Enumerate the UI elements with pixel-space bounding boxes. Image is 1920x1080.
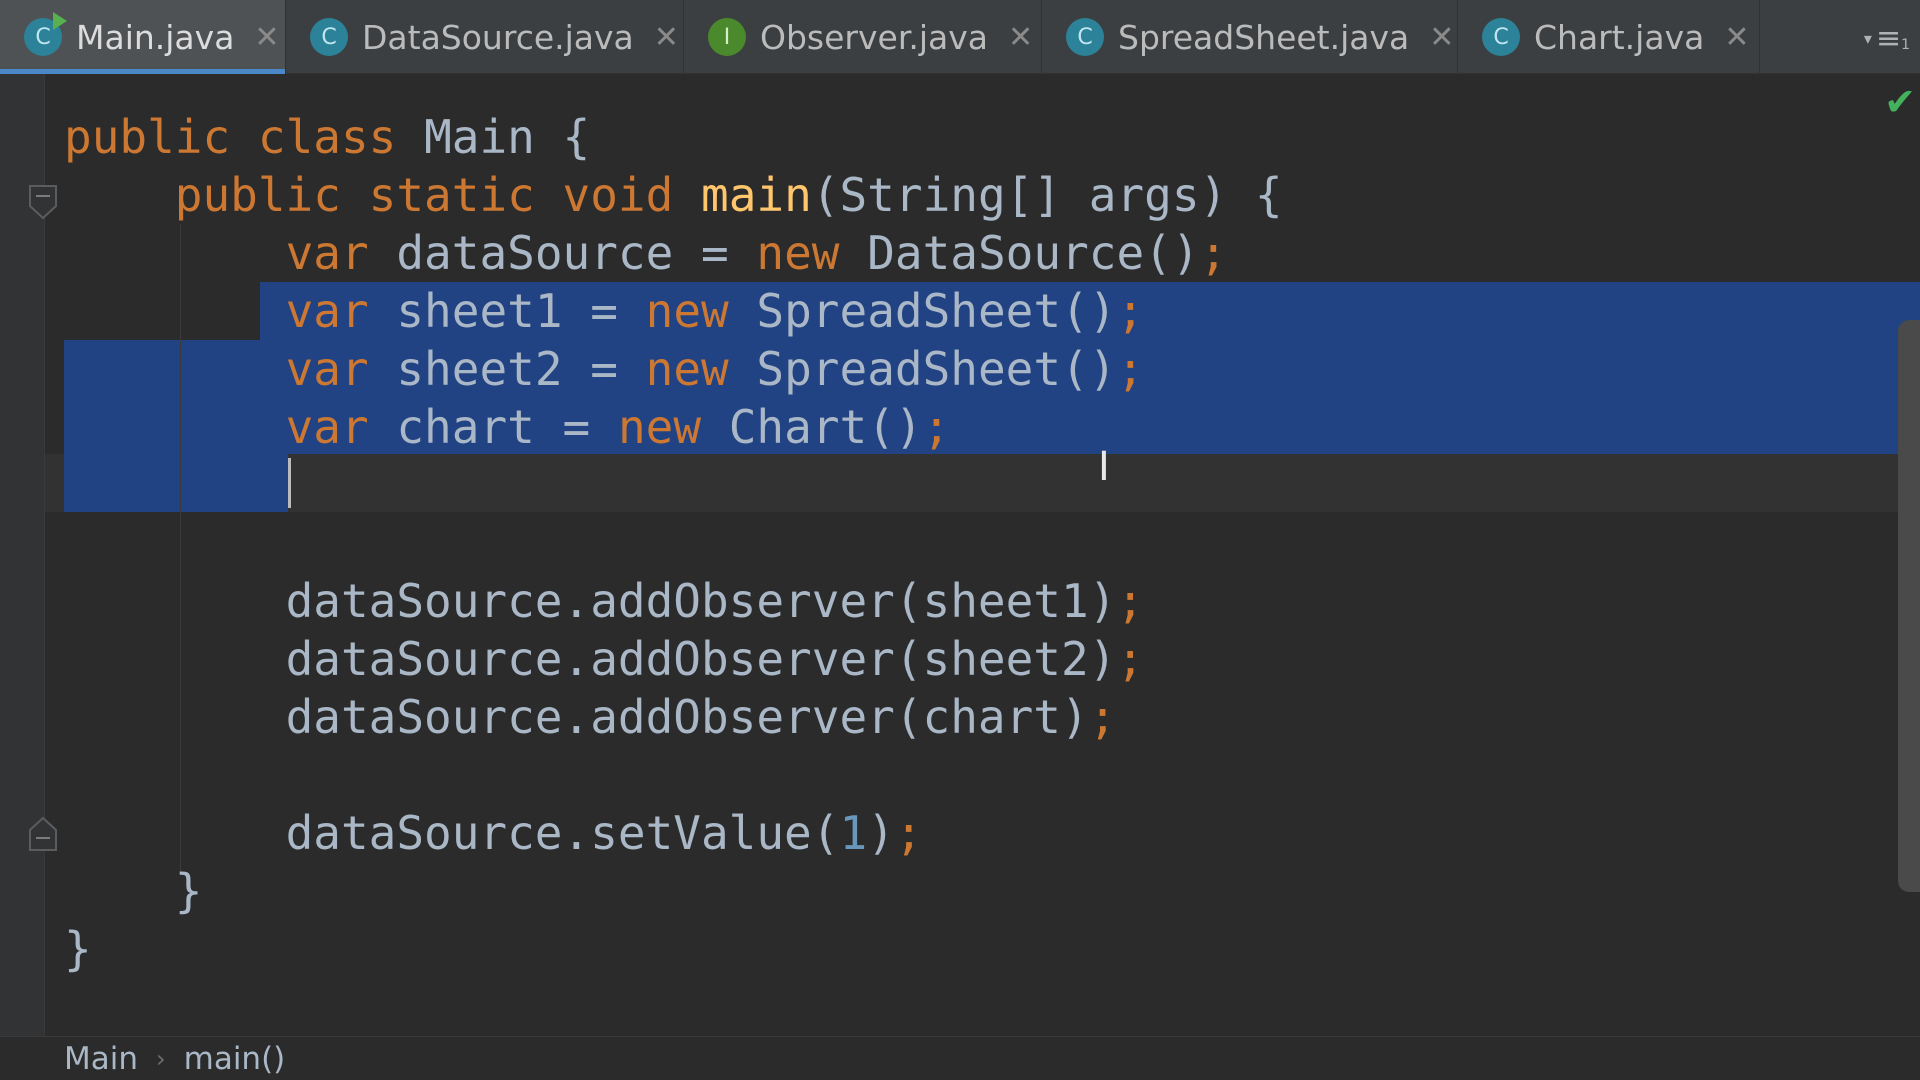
code-line[interactable]: dataSource.addObserver(sheet1); (64, 572, 1145, 630)
class-icon: C (24, 12, 67, 56)
breadcrumb: Main › main() (0, 1036, 1920, 1080)
check-icon[interactable]: ✔ (1884, 80, 1916, 124)
tab-chart-java[interactable]: C Chart.java ✕ (1458, 0, 1760, 74)
tab-main-java[interactable]: C Main.java ✕ (0, 0, 286, 74)
close-icon[interactable]: ✕ (654, 20, 679, 55)
code-line[interactable]: var dataSource = new DataSource(); (64, 224, 1228, 282)
code-line[interactable]: } (64, 920, 92, 978)
run-badge-icon (53, 12, 67, 30)
fold-marker-icon[interactable] (28, 184, 58, 220)
vertical-scrollbar[interactable] (1898, 320, 1920, 892)
fold-marker-icon[interactable] (28, 816, 58, 851)
breadcrumb-item-main-class[interactable]: Main (64, 1041, 138, 1077)
tab-label: Main.java (76, 17, 235, 57)
code-line[interactable]: dataSource.setValue(1); (64, 804, 923, 862)
tab-datasource-java[interactable]: C DataSource.java ✕ (286, 0, 684, 74)
breadcrumb-item-main-method[interactable]: main() (184, 1041, 286, 1077)
tab-observer-java[interactable]: I Observer.java ✕ (684, 0, 1042, 74)
tab-label: SpreadSheet.java (1118, 17, 1410, 57)
code-line[interactable]: dataSource.addObserver(sheet2); (64, 630, 1145, 688)
class-icon: C (310, 18, 348, 56)
close-icon[interactable]: ✕ (1008, 20, 1033, 55)
tab-label: Chart.java (1534, 17, 1705, 57)
code-line[interactable]: var chart = new Chart(); (64, 398, 951, 456)
code-line[interactable]: public static void main(String[] args) { (64, 166, 1283, 224)
current-line-highlight (45, 454, 1920, 512)
text-cursor-icon: I (1098, 444, 1110, 490)
selection-highlight (64, 454, 288, 512)
close-icon[interactable]: ✕ (254, 20, 279, 55)
close-icon[interactable]: ✕ (1429, 20, 1454, 55)
code-line[interactable]: } (64, 862, 203, 920)
list-icon: ≡ (1875, 20, 1902, 56)
breadcrumb-separator-icon: › (156, 1044, 166, 1073)
interface-icon: I (708, 18, 746, 56)
chevron-down-icon: ▾ (1863, 28, 1872, 48)
code-editor[interactable]: public class Main { public static void m… (0, 74, 1920, 1036)
text-caret (288, 458, 291, 508)
class-icon: C (1066, 18, 1104, 56)
tab-list-menu-button[interactable]: ▾ ≡ 1 (1864, 18, 1910, 58)
code-line[interactable]: var sheet2 = new SpreadSheet(); (64, 340, 1145, 398)
class-icon: C (1482, 18, 1520, 56)
close-icon[interactable]: ✕ (1724, 20, 1749, 55)
tab-label: DataSource.java (362, 17, 634, 57)
tab-label: Observer.java (760, 17, 988, 57)
code-line[interactable]: public class Main { (64, 108, 590, 166)
hidden-tab-count: 1 (1901, 37, 1910, 53)
code-line[interactable]: var sheet1 = new SpreadSheet(); (64, 282, 1145, 340)
editor-tab-bar: C Main.java ✕ C DataSource.java ✕ I Obse… (0, 0, 1920, 74)
code-line[interactable]: dataSource.addObserver(chart); (64, 688, 1117, 746)
tab-spreadsheet-java[interactable]: C SpreadSheet.java ✕ (1042, 0, 1458, 74)
